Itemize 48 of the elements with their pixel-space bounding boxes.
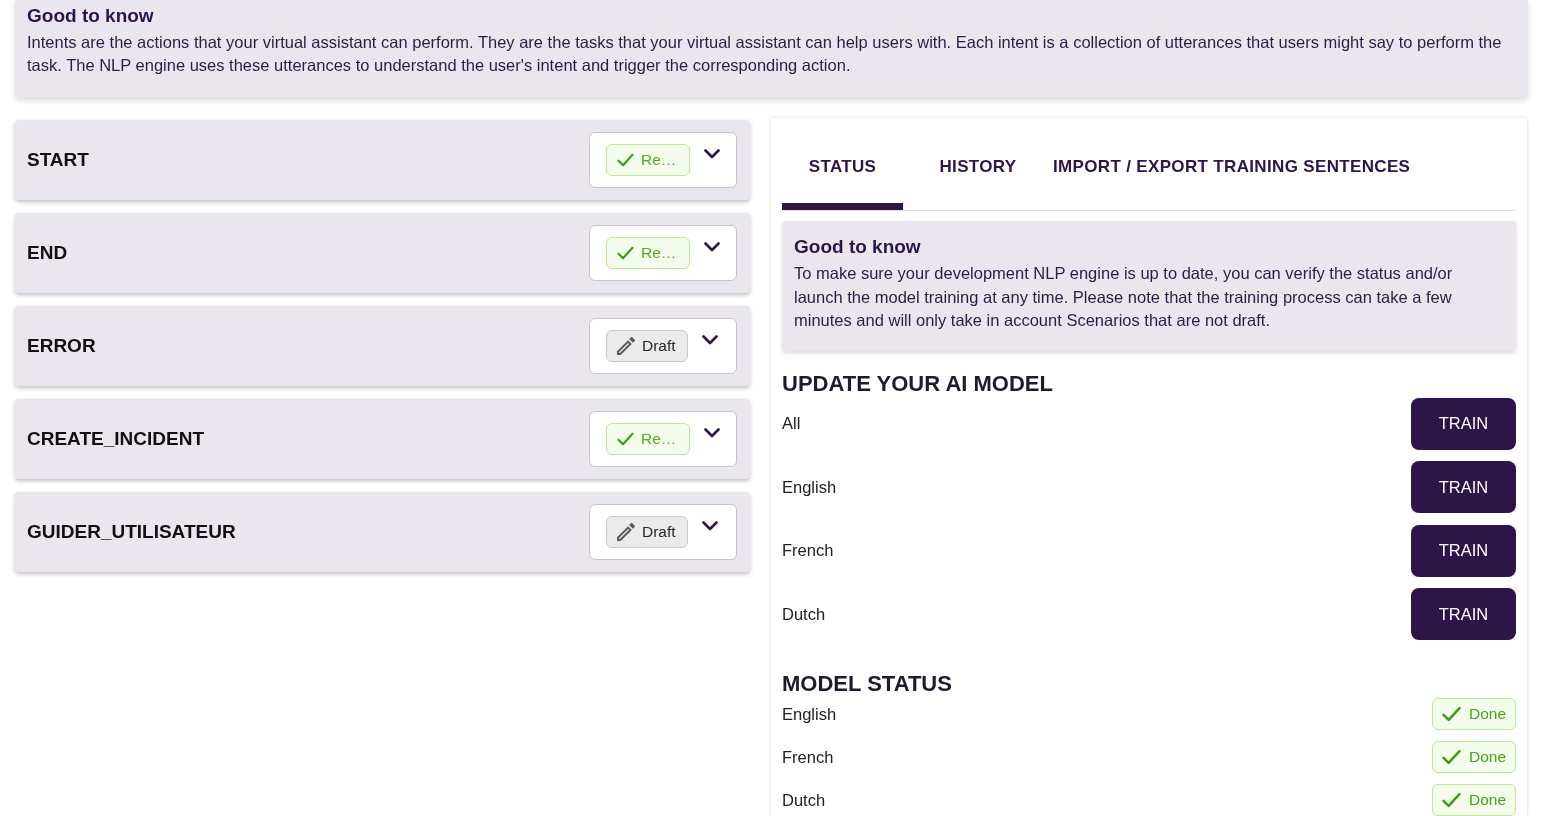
check-icon <box>617 432 634 446</box>
banner-title: Good to know <box>27 5 155 27</box>
tab[interactable]: HISTORY <box>903 130 1053 210</box>
status-text: Re… <box>641 243 677 264</box>
language-label: Dutch <box>782 603 826 625</box>
train-button[interactable]: TRAIN <box>1411 588 1516 640</box>
check-icon <box>1442 749 1461 765</box>
intent-card[interactable]: GUIDER_UTILISATEUR Draft <box>15 492 750 572</box>
status-text: Re… <box>641 429 677 450</box>
train-button[interactable]: TRAIN <box>1411 461 1516 513</box>
intent-card[interactable]: CREATE_INCIDENT Re… <box>15 399 750 479</box>
intent-name: GUIDER_UTILISATEUR <box>27 519 236 544</box>
intent-card[interactable]: END Re… <box>15 213 750 293</box>
check-icon <box>1442 706 1461 722</box>
train-button[interactable]: TRAIN <box>1411 524 1516 577</box>
banner-text: Intents are the actions that your virtual assistant can perform. They are the tasks that your virtual assistant can help users with. Each intent is a collection of utterances that users might say to perform the task. The NLP engine uses these utterances to understand the user's intent and trigger the corresponding action. <box>27 32 1503 76</box>
status-text: Re… <box>641 150 677 171</box>
status-text: Draft <box>642 522 676 543</box>
info-title: Good to know <box>794 236 922 258</box>
language-label: English <box>782 703 837 725</box>
pencil-icon <box>617 523 635 541</box>
status-text: Done <box>1469 747 1507 768</box>
check-icon <box>617 246 634 260</box>
intent-name: START <box>27 147 89 172</box>
train-button[interactable]: TRAIN <box>1411 397 1516 450</box>
language-label: French <box>782 746 834 768</box>
language-label: Dutch <box>782 789 826 811</box>
check-icon <box>617 153 634 167</box>
section-heading: UPDATE YOUR AI MODEL <box>782 370 1054 397</box>
language-label: French <box>782 540 834 562</box>
status-dropdown[interactable]: Draft <box>589 318 737 374</box>
intent-name: ERROR <box>27 333 96 358</box>
intent-name: END <box>27 240 68 265</box>
info-text: To make sure your development NLP engine is up to date, you can verify the status and/or launch the model training at any time. Please note that the training process can take a few minutes and will only take in account Scenarios that are not draft. <box>794 263 1454 331</box>
status-dropdown[interactable]: Draft <box>589 504 737 560</box>
status-text: Done <box>1469 704 1507 725</box>
pencil-icon <box>617 337 635 355</box>
section-heading: MODEL STATUS <box>782 671 953 697</box>
tab[interactable]: IMPORT / EXPORT TRAINING SENTENCES <box>1053 130 1423 210</box>
language-label: All <box>782 413 801 435</box>
intent-name: CREATE_INCIDENT <box>27 426 204 451</box>
language-label: English <box>782 476 837 498</box>
intent-card[interactable]: START Re… <box>15 120 750 200</box>
tab[interactable]: STATUS <box>782 130 903 210</box>
intent-card[interactable]: ERROR Draft <box>15 306 750 386</box>
check-icon <box>1442 792 1461 808</box>
status-text: Draft <box>642 336 676 357</box>
status-text: Done <box>1469 790 1507 811</box>
